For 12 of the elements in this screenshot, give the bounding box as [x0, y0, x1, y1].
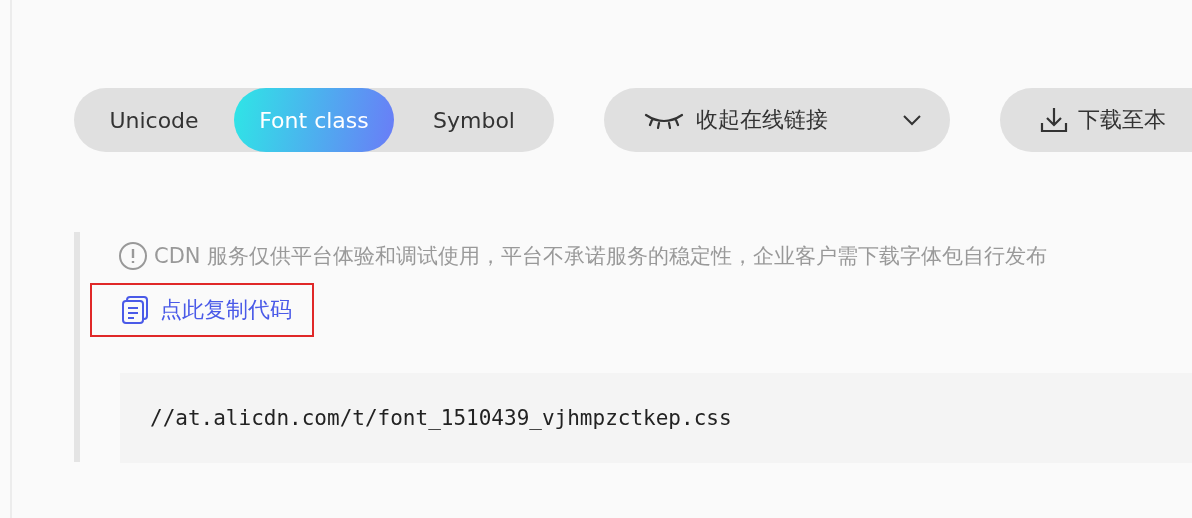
- copy-code-link[interactable]: 点此复制代码: [90, 283, 314, 337]
- format-tab[interactable]: Symbol: [394, 88, 554, 152]
- notice-text: CDN 服务仅供平台体验和调试使用，平台不承诺服务的稳定性，企业客户需下载字体包自行发布: [154, 243, 1048, 270]
- document-icon: [120, 295, 150, 325]
- code-block: //at.alicdn.com/t/font_1510439_vjhmpzctkep.css: [120, 373, 1192, 463]
- chevron-down-icon: [902, 114, 922, 126]
- online-link-dropdown[interactable]: 收起在线链接: [604, 88, 950, 152]
- download-button[interactable]: 下载至本: [1000, 88, 1192, 152]
- download-icon: [1040, 107, 1068, 133]
- closed-eye-icon: [644, 111, 684, 129]
- info-icon: [118, 241, 148, 271]
- format-tab[interactable]: Unicode: [74, 88, 234, 152]
